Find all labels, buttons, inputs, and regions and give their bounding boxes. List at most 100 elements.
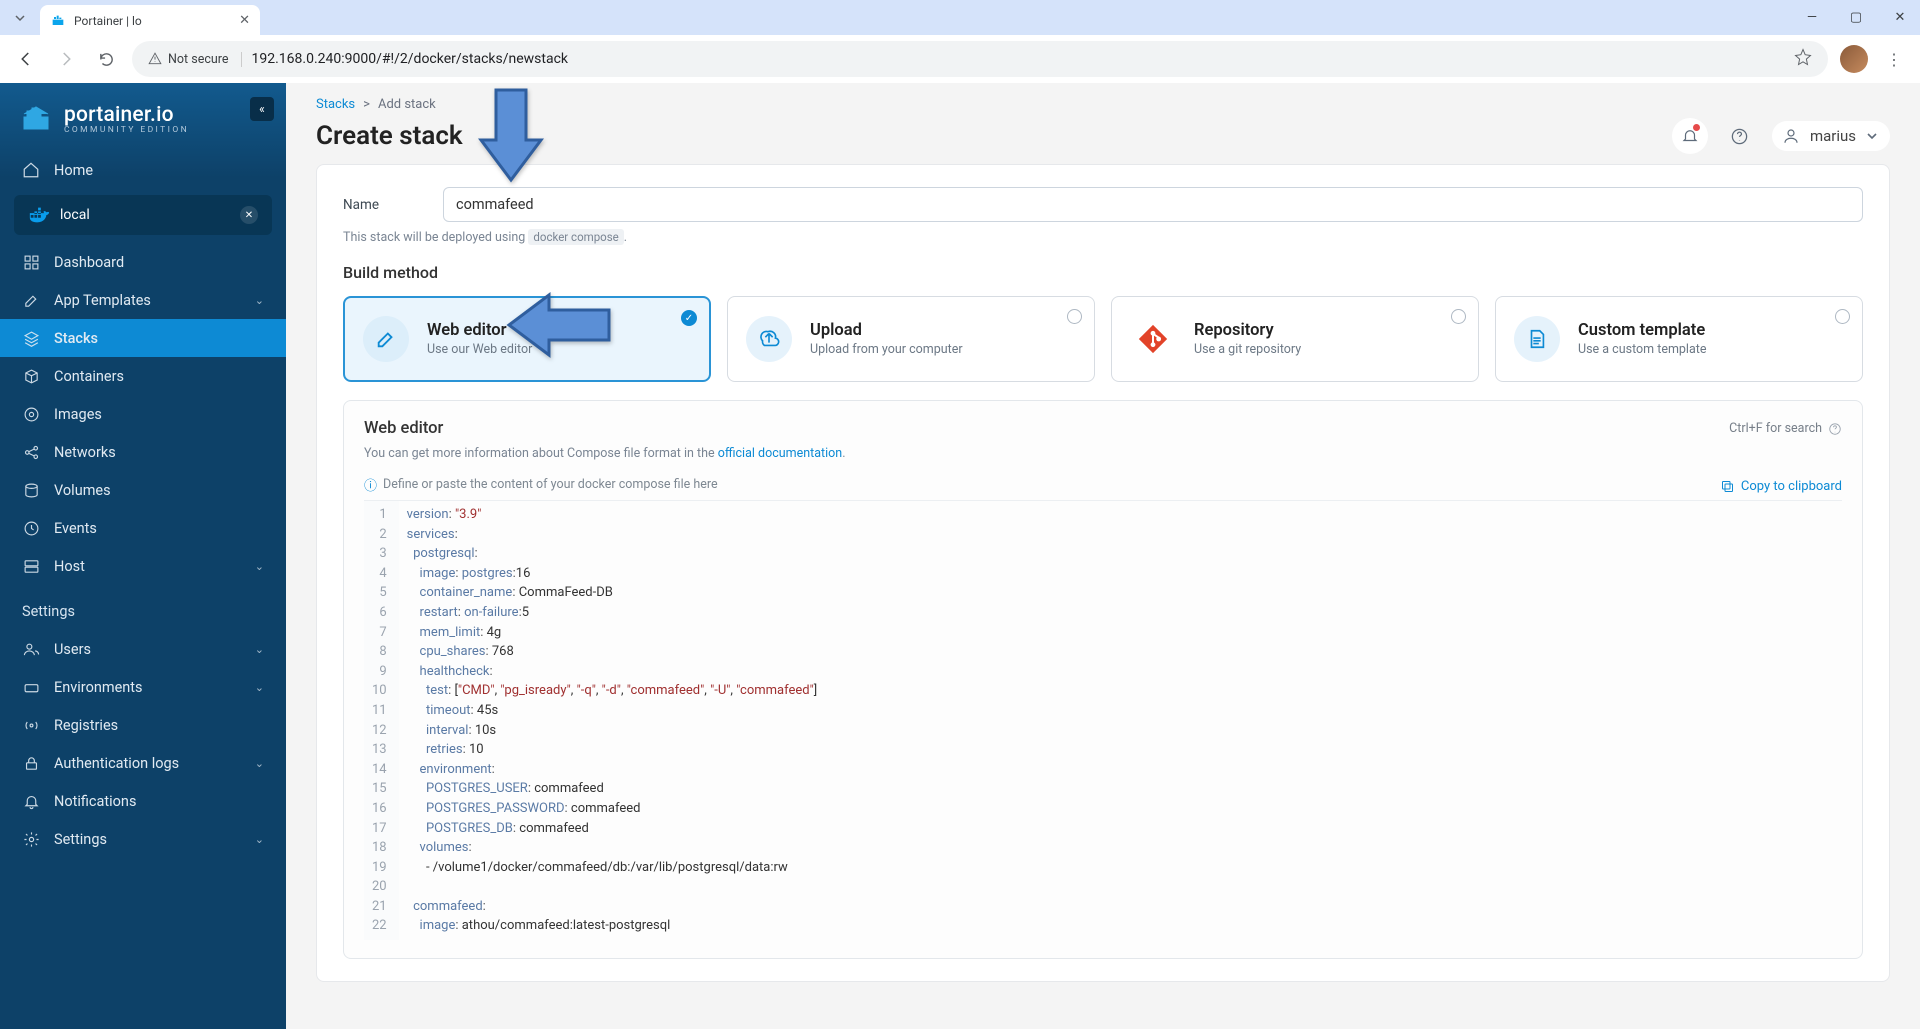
browser-toolbar: Not secure 192.168.0.240:9000/#!/2/docke… xyxy=(0,35,1920,83)
profile-avatar[interactable] xyxy=(1840,45,1868,73)
notifications-button[interactable] xyxy=(1672,118,1708,154)
logo-text: portainer.io xyxy=(64,103,189,127)
breadcrumb: Stacks > Add stack xyxy=(316,97,1890,112)
method-subtitle: Upload from your computer xyxy=(810,342,963,357)
chevron-down-icon: ⌄ xyxy=(255,643,264,656)
window-close[interactable]: ✕ xyxy=(1888,6,1912,30)
sidebar-item-home[interactable]: Home xyxy=(0,151,286,189)
warning-icon xyxy=(148,52,162,66)
method-web-editor[interactable]: Web editor Use our Web editor ✓ xyxy=(343,296,711,382)
git-icon xyxy=(1136,322,1170,356)
logo-edition: COMMUNITY EDITION xyxy=(64,125,189,135)
code-editor[interactable]: 12345678910111213141516171819202122 vers… xyxy=(364,500,1842,940)
method-title: Repository xyxy=(1194,321,1301,340)
browser-menu-icon[interactable]: ⋮ xyxy=(1880,45,1908,73)
notification-dot xyxy=(1693,124,1700,131)
portainer-favicon xyxy=(50,13,66,29)
browser-tab[interactable]: Portainer | lo ✕ xyxy=(40,5,260,37)
user-menu[interactable]: marius xyxy=(1772,121,1890,151)
sidebar-item-notifications[interactable]: Notifications xyxy=(0,782,286,820)
lock-icon xyxy=(22,754,40,772)
sidebar-item-containers[interactable]: Containers xyxy=(0,357,286,395)
sidebar-item-users[interactable]: Users ⌄ xyxy=(0,630,286,668)
logo: portainer.io COMMUNITY EDITION xyxy=(0,93,286,151)
nav-reload[interactable] xyxy=(92,45,120,73)
help-button[interactable] xyxy=(1722,118,1758,154)
layers-icon xyxy=(22,329,40,347)
radio-icon xyxy=(1067,309,1082,324)
build-method-label: Build method xyxy=(343,263,1863,282)
edit-icon xyxy=(375,328,397,350)
sidebar-item-label: Settings xyxy=(54,831,107,848)
sidebar-item-registries[interactable]: Registries xyxy=(0,706,286,744)
sidebar-item-label: Environments xyxy=(54,679,143,696)
address-bar[interactable]: Not secure 192.168.0.240:9000/#!/2/docke… xyxy=(132,41,1828,77)
line-gutter: 12345678910111213141516171819202122 xyxy=(364,501,399,940)
sidebar-item-dashboard[interactable]: Dashboard xyxy=(0,243,286,281)
share-icon xyxy=(22,443,40,461)
editor-title: Web editor xyxy=(364,419,443,438)
gear-icon xyxy=(22,830,40,848)
sidebar-item-label: Containers xyxy=(54,368,124,385)
editor-paste-hint: ⓘ Define or paste the content of your do… xyxy=(364,475,718,494)
stack-name-input[interactable] xyxy=(443,187,1863,222)
bookmark-star-icon[interactable] xyxy=(1794,48,1812,70)
deploy-hint: This stack will be deployed using docker… xyxy=(343,230,1863,245)
method-title: Custom template xyxy=(1578,321,1707,340)
server-icon xyxy=(22,557,40,575)
sidebar-item-label: Volumes xyxy=(54,482,111,499)
hdd-icon xyxy=(22,678,40,696)
sidebar-item-label: Notifications xyxy=(54,793,136,810)
method-custom-template[interactable]: Custom template Use a custom template xyxy=(1495,296,1863,382)
selected-check-icon: ✓ xyxy=(681,310,697,326)
window-maximize[interactable]: ▢ xyxy=(1844,6,1868,30)
tab-search-dropdown[interactable] xyxy=(8,6,32,30)
main-content: Stacks > Add stack Create stack ma xyxy=(286,83,1920,1029)
method-title: Web editor xyxy=(427,321,532,340)
sidebar-item-label: Events xyxy=(54,520,97,537)
tab-title: Portainer | lo xyxy=(74,14,231,28)
sidebar-item-label: Host xyxy=(54,558,85,575)
info-icon: ⓘ xyxy=(364,475,377,494)
chevron-down-icon: ⌄ xyxy=(255,681,264,694)
sidebar-item-auth-logs[interactable]: Authentication logs⌄ xyxy=(0,744,286,782)
method-repository[interactable]: Repository Use a git repository xyxy=(1111,296,1479,382)
radio-icon xyxy=(1451,309,1466,324)
nav-back[interactable] xyxy=(12,45,40,73)
sidebar-item-host[interactable]: Host ⌄ xyxy=(0,547,286,585)
copy-to-clipboard-button[interactable]: Copy to clipboard xyxy=(1720,479,1842,494)
window-controls: — ▢ ✕ xyxy=(1800,6,1912,30)
sidebar-item-app-templates[interactable]: App Templates⌄ xyxy=(0,281,286,319)
sidebar-item-images[interactable]: Images xyxy=(0,395,286,433)
chevron-down-icon: ⌄ xyxy=(255,294,264,307)
breadcrumb-stacks[interactable]: Stacks xyxy=(316,97,355,112)
security-indicator[interactable]: Not secure xyxy=(148,52,242,67)
sidebar-collapse-button[interactable]: « xyxy=(250,97,274,121)
sidebar-item-events[interactable]: Events xyxy=(0,509,286,547)
sidebar-item-settings[interactable]: Settings⌄ xyxy=(0,820,286,858)
sidebar-item-volumes[interactable]: Volumes xyxy=(0,471,286,509)
sidebar-item-label: Users xyxy=(54,641,91,658)
dashboard-icon xyxy=(22,253,40,271)
sidebar-item-label: Dashboard xyxy=(54,254,124,271)
sidebar-item-environments[interactable]: Environments ⌄ xyxy=(0,668,286,706)
environment-selector[interactable]: local ✕ xyxy=(14,195,272,235)
sidebar-item-label: Stacks xyxy=(54,330,98,347)
tab-close-icon[interactable]: ✕ xyxy=(239,13,250,28)
code-content[interactable]: version: "3.9"services: postgresql: imag… xyxy=(399,501,826,940)
docs-link[interactable]: official documentation xyxy=(718,446,842,461)
name-label: Name xyxy=(343,197,403,213)
chevron-down-icon: ⌄ xyxy=(255,757,264,770)
method-upload[interactable]: Upload Upload from your computer xyxy=(727,296,1095,382)
method-subtitle: Use a custom template xyxy=(1578,342,1707,357)
user-icon xyxy=(1782,127,1800,145)
chevron-down-icon xyxy=(1866,130,1878,142)
box-icon xyxy=(22,367,40,385)
radio-icon xyxy=(22,716,40,734)
sidebar-item-stacks[interactable]: Stacks xyxy=(0,319,286,357)
environment-close-icon[interactable]: ✕ xyxy=(240,206,258,224)
sidebar-item-networks[interactable]: Networks xyxy=(0,433,286,471)
window-minimize[interactable]: — xyxy=(1800,6,1824,30)
chevron-down-icon: ⌄ xyxy=(255,560,264,573)
users-icon xyxy=(22,640,40,658)
